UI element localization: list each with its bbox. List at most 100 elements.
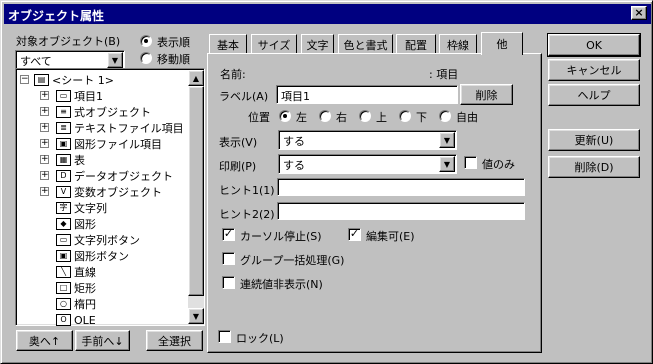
- editable-label: 編集可(E): [366, 230, 415, 243]
- string-button-icon: ▭: [56, 234, 71, 246]
- expand-icon[interactable]: +: [40, 171, 49, 180]
- tree-item[interactable]: + ≣ テキストファイル項目: [40, 120, 184, 136]
- hint2-input[interactable]: [277, 202, 525, 220]
- tree-item-label: テキストファイル項目: [74, 122, 184, 135]
- tab-text[interactable]: 文字: [301, 34, 334, 54]
- position-top-label: 上: [376, 111, 387, 124]
- tab-size[interactable]: サイズ: [251, 34, 297, 54]
- lock-checkbox[interactable]: [218, 330, 231, 343]
- tree-item[interactable]: ╲ 直線: [56, 264, 96, 280]
- position-label: 位置: [248, 111, 270, 124]
- title-bar: オブジェクト属性: [4, 4, 651, 24]
- group-process-checkbox[interactable]: [222, 252, 235, 265]
- tab-color-format[interactable]: 色と書式: [338, 34, 393, 54]
- bring-front-button[interactable]: 手前へ↓: [75, 330, 130, 351]
- help-button[interactable]: ヘルプ: [548, 84, 640, 106]
- tree-item-label: 楕円: [74, 298, 96, 311]
- print-label: 印刷(P): [219, 160, 257, 173]
- scroll-up-icon[interactable]: ▲: [188, 70, 204, 86]
- cursor-stop-checkbox[interactable]: ✓: [222, 228, 235, 241]
- collapse-icon[interactable]: −: [20, 75, 29, 84]
- position-bottom-radio[interactable]: [399, 110, 411, 122]
- tree-item[interactable]: ◆ 図形: [56, 216, 96, 232]
- expand-icon[interactable]: +: [40, 107, 49, 116]
- variable-icon: V: [56, 186, 71, 198]
- expand-icon[interactable]: +: [40, 155, 49, 164]
- sort-move-radio[interactable]: [140, 52, 152, 64]
- field-icon: ▭: [56, 90, 71, 102]
- tree-item-label: <シート 1>: [52, 74, 114, 87]
- tree-item[interactable]: O OLE: [56, 312, 96, 328]
- update-button[interactable]: 更新(U): [548, 129, 640, 151]
- tree-item[interactable]: + ▦ 表: [40, 152, 85, 168]
- hint1-label: ヒント1(1): [219, 184, 275, 197]
- select-all-button[interactable]: 全選択: [146, 330, 203, 351]
- name-value: : 項目: [429, 68, 459, 81]
- position-free-label: 自由: [456, 111, 478, 124]
- cancel-button[interactable]: キャンセル: [548, 59, 640, 81]
- rect-icon: □: [56, 282, 71, 294]
- close-button[interactable]: ×: [631, 6, 647, 20]
- chevron-down-icon[interactable]: ▼: [107, 52, 123, 68]
- tree-item[interactable]: + ≡ 式オブジェクト: [40, 104, 151, 120]
- delete-object-button[interactable]: 削除(D): [548, 156, 640, 178]
- tree-item[interactable]: □ 矩形: [56, 280, 96, 296]
- tree-item[interactable]: ▭ 文字列ボタン: [56, 232, 140, 248]
- scroll-thumb[interactable]: [188, 86, 204, 296]
- tree-item[interactable]: + ▣ 図形ファイル項目: [40, 136, 162, 152]
- tree-item-label: 項目1: [74, 90, 103, 103]
- tree-item-label: 表: [74, 154, 85, 167]
- send-back-button[interactable]: 奥へ↑: [16, 330, 73, 351]
- print-select[interactable]: する ▼: [278, 154, 457, 174]
- tree-item-label: データオブジェクト: [74, 170, 173, 183]
- editable-checkbox[interactable]: ✓: [348, 228, 361, 241]
- chevron-down-icon[interactable]: ▼: [439, 156, 455, 172]
- position-right-radio[interactable]: [319, 110, 331, 122]
- display-select[interactable]: する ▼: [278, 130, 457, 150]
- tab-other[interactable]: 他: [481, 32, 523, 55]
- tab-align[interactable]: 配置: [396, 34, 436, 54]
- label-delete-button[interactable]: 削除: [460, 84, 513, 105]
- tree-item-label: OLE: [74, 313, 96, 327]
- expand-icon[interactable]: +: [40, 91, 49, 100]
- scroll-down-icon[interactable]: ▼: [188, 308, 204, 324]
- chevron-down-icon[interactable]: ▼: [439, 132, 455, 148]
- display-value: する: [283, 135, 305, 148]
- hide-continuous-checkbox[interactable]: [222, 276, 235, 289]
- window-title: オブジェクト属性: [8, 9, 105, 23]
- tree-item[interactable]: + ▭ 項目1: [40, 88, 103, 104]
- tree-item[interactable]: + V 変数オブジェクト: [40, 184, 162, 200]
- close-icon: ×: [634, 6, 644, 19]
- tree-item-label: 変数オブジェクト: [74, 186, 162, 199]
- value-only-label: 値のみ: [482, 158, 515, 171]
- tab-border[interactable]: 枠線: [439, 34, 477, 54]
- position-top-radio[interactable]: [359, 110, 371, 122]
- position-free-radio[interactable]: [439, 110, 451, 122]
- value-only-checkbox[interactable]: [464, 156, 477, 169]
- cursor-stop-label: カーソル停止(S): [240, 230, 322, 243]
- tree-scrollbar[interactable]: ▲ ▼: [188, 70, 204, 324]
- sort-display-radio[interactable]: [140, 35, 152, 47]
- print-value: する: [283, 159, 305, 172]
- tree-item-label: 式オブジェクト: [74, 106, 151, 119]
- label-input-value: 項目1: [281, 90, 310, 103]
- ok-button[interactable]: OK: [547, 33, 641, 57]
- tab-basic[interactable]: 基本: [209, 34, 247, 54]
- tree-item[interactable]: ▣ 図形ボタン: [56, 248, 129, 264]
- label-input[interactable]: 項目1: [276, 85, 458, 104]
- hint2-label: ヒント2(2): [219, 208, 275, 221]
- formula-icon: ≡: [56, 106, 71, 118]
- data-icon: D: [56, 170, 71, 182]
- tree-item[interactable]: − ▤ <シート 1>: [20, 72, 114, 88]
- tree-item[interactable]: 字文字列: [56, 200, 107, 216]
- filter-select[interactable]: すべて ▼: [15, 50, 125, 70]
- expand-icon[interactable]: +: [40, 139, 49, 148]
- object-tree[interactable]: − ▤ <シート 1> + ▭ 項目1 + ≡ 式オブジェクト + ≣ テキストファイル項目 + ▣ 図形フ…: [15, 68, 205, 328]
- tree-item[interactable]: ○ 楕円: [56, 296, 96, 312]
- ellipse-icon: ○: [56, 298, 71, 310]
- position-left-radio[interactable]: [279, 110, 291, 122]
- hint1-input[interactable]: [277, 178, 525, 196]
- expand-icon[interactable]: +: [40, 123, 49, 132]
- expand-icon[interactable]: +: [40, 187, 49, 196]
- tree-item[interactable]: + D データオブジェクト: [40, 168, 173, 184]
